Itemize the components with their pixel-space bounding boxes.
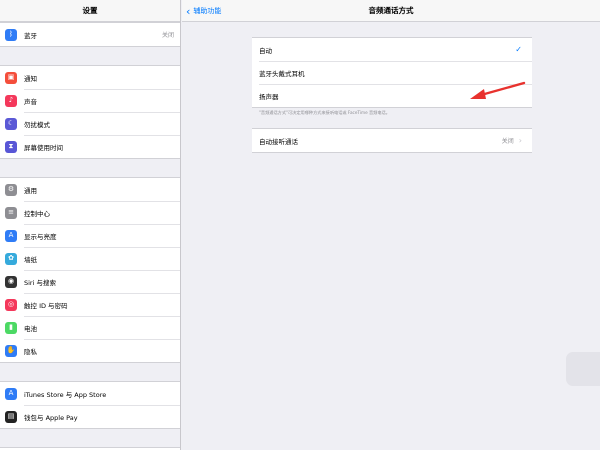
sidebar-item[interactable]: ✿ 墙纸	[0, 247, 180, 270]
moon-icon: ☾	[5, 117, 17, 130]
hourglass-icon: ⧗	[5, 140, 17, 153]
sidebar-group: ᛒ 蓝牙 关闭	[0, 22, 180, 47]
notifications-icon: ▣	[5, 71, 17, 84]
sidebar-item-label: Siri 与搜索	[24, 278, 56, 287]
chevron-left-icon: ‹	[186, 4, 191, 18]
wallet-icon: ▤	[5, 410, 17, 423]
sidebar-item-label: 电池	[24, 324, 37, 333]
audio-routing-footnote: "音频通话方式"可决定用哪种方式来接听电话或 FaceTime 音频电话。	[259, 110, 390, 115]
sidebar-item-label: 勿扰模式	[24, 120, 50, 129]
app-store-icon: A	[5, 387, 17, 400]
sidebar-item[interactable]: ◎ 触控 ID 与密码	[0, 293, 180, 316]
sidebar-item[interactable]: ▣ 通知	[0, 66, 180, 89]
sidebar-group-spacer	[0, 159, 180, 177]
control-center-icon: ≡	[5, 206, 17, 219]
auto-answer-row[interactable]: 自动接听通话 关闭 ›	[252, 129, 532, 152]
assistive-touch-button[interactable]	[566, 352, 600, 386]
annotation-arrow-icon	[470, 81, 526, 99]
display-icon: A	[5, 229, 17, 242]
sidebar-item[interactable]: ☾ 勿扰模式	[0, 112, 180, 135]
siri-icon: ◉	[5, 275, 17, 288]
sidebar-item-label: 触控 ID 与密码	[24, 301, 68, 310]
gear-icon: ⚙	[5, 183, 17, 196]
sidebar-item-label: 隐私	[24, 347, 37, 356]
sidebar-group-spacer	[0, 47, 180, 65]
sidebar-item-value: 关闭	[161, 32, 174, 39]
auto-answer-group: 自动接听通话 关闭 ›	[252, 128, 532, 153]
sidebar-item[interactable]: ᛒ 蓝牙 关闭	[0, 23, 180, 46]
sidebar-item-label: 显示与亮度	[24, 232, 57, 241]
sidebar-item-label: 屏幕使用时间	[24, 143, 63, 152]
battery-icon: ▮	[5, 321, 17, 334]
sidebar-item[interactable]: ♪ 声音	[0, 89, 180, 112]
sidebar-item[interactable]: ▮ 电池	[0, 316, 180, 339]
sidebar-group-spacer	[0, 363, 180, 381]
page-title: 音频通话方式	[368, 6, 414, 15]
sidebar-item[interactable]: AiTunes Store 与 App Store	[0, 382, 180, 405]
sidebar-item[interactable]: ▤ 钱包与 Apple Pay	[0, 405, 180, 428]
sidebar-item-label: 蓝牙	[24, 31, 37, 40]
auto-answer-value: 关闭	[501, 138, 514, 145]
chevron-right-icon: ›	[518, 136, 522, 145]
sidebar-item-label: 控制中心	[24, 209, 50, 218]
checkmark-icon: ✓	[515, 45, 522, 54]
option-auto[interactable]: 自动 ✓	[252, 38, 532, 61]
sidebar-item-label: iTunes Store 与 App Store	[24, 390, 107, 399]
hand-icon: ✋	[5, 344, 17, 357]
back-button-label: 辅助功能	[193, 7, 222, 15]
wallpaper-icon: ✿	[5, 252, 17, 265]
sidebar-title: 设置	[0, 0, 180, 22]
option-label: 自动	[259, 46, 272, 55]
sidebar-groups: ᛒ 蓝牙 关闭 ▣ 通知 ♪ 声音 ☾ 勿扰模式 ⧗ 屏幕使用时间 ⚙ 通用 ≡ 控制中心 A 显示与亮度 ✿ 墙纸…	[0, 22, 180, 450]
sounds-icon: ♪	[5, 94, 17, 107]
sidebar-item[interactable]: ⧗ 屏幕使用时间	[0, 135, 180, 158]
sidebar-item-label: 通知	[24, 74, 37, 83]
option-label: 蓝牙头戴式耳机	[259, 69, 305, 78]
sidebar-item[interactable]: ⚙ 通用	[0, 178, 180, 201]
sidebar-group: ⚙ 通用 ≡ 控制中心 A 显示与亮度 ✿ 墙纸 ◉ Siri 与搜索 ◎ 触控 ID 与密码 ▮ 电池 ✋…	[0, 177, 180, 363]
sidebar-item[interactable]: A 显示与亮度	[0, 224, 180, 247]
bluetooth-icon: ᛒ	[5, 28, 17, 41]
sidebar-item-label: 钱包与 Apple Pay	[24, 413, 78, 422]
sidebar-item-label: 通用	[24, 186, 37, 195]
sidebar-group-spacer	[0, 429, 180, 447]
sidebar-item-label: 墙纸	[24, 255, 37, 264]
sidebar-item[interactable]: ≡ 控制中心	[0, 201, 180, 224]
sidebar-item[interactable]: ◉ Siri 与搜索	[0, 270, 180, 293]
detail-pane: ‹ 辅助功能 音频通话方式 自动 ✓ 蓝牙头戴式耳机 扬声器 "音频通话方式"可…	[182, 0, 600, 450]
sidebar-item-label: 声音	[24, 97, 37, 106]
navigation-bar: ‹ 辅助功能 音频通话方式	[182, 0, 600, 22]
fingerprint-icon: ◎	[5, 298, 17, 311]
sidebar-group: ▣ 通知 ♪ 声音 ☾ 勿扰模式 ⧗ 屏幕使用时间	[0, 65, 180, 159]
sidebar-group: AiTunes Store 与 App Store ▤ 钱包与 Apple Pay	[0, 381, 180, 429]
sidebar-item[interactable]: ✋ 隐私	[0, 339, 180, 362]
settings-sidebar: 设置 ᛒ 蓝牙 关闭 ▣ 通知 ♪ 声音 ☾ 勿扰模式 ⧗ 屏幕使用时间 ⚙ 通用 ≡ 控制中心 A 显示与亮度…	[0, 0, 181, 450]
auto-answer-label: 自动接听通话	[259, 137, 298, 146]
back-button[interactable]: ‹ 辅助功能	[186, 0, 221, 22]
